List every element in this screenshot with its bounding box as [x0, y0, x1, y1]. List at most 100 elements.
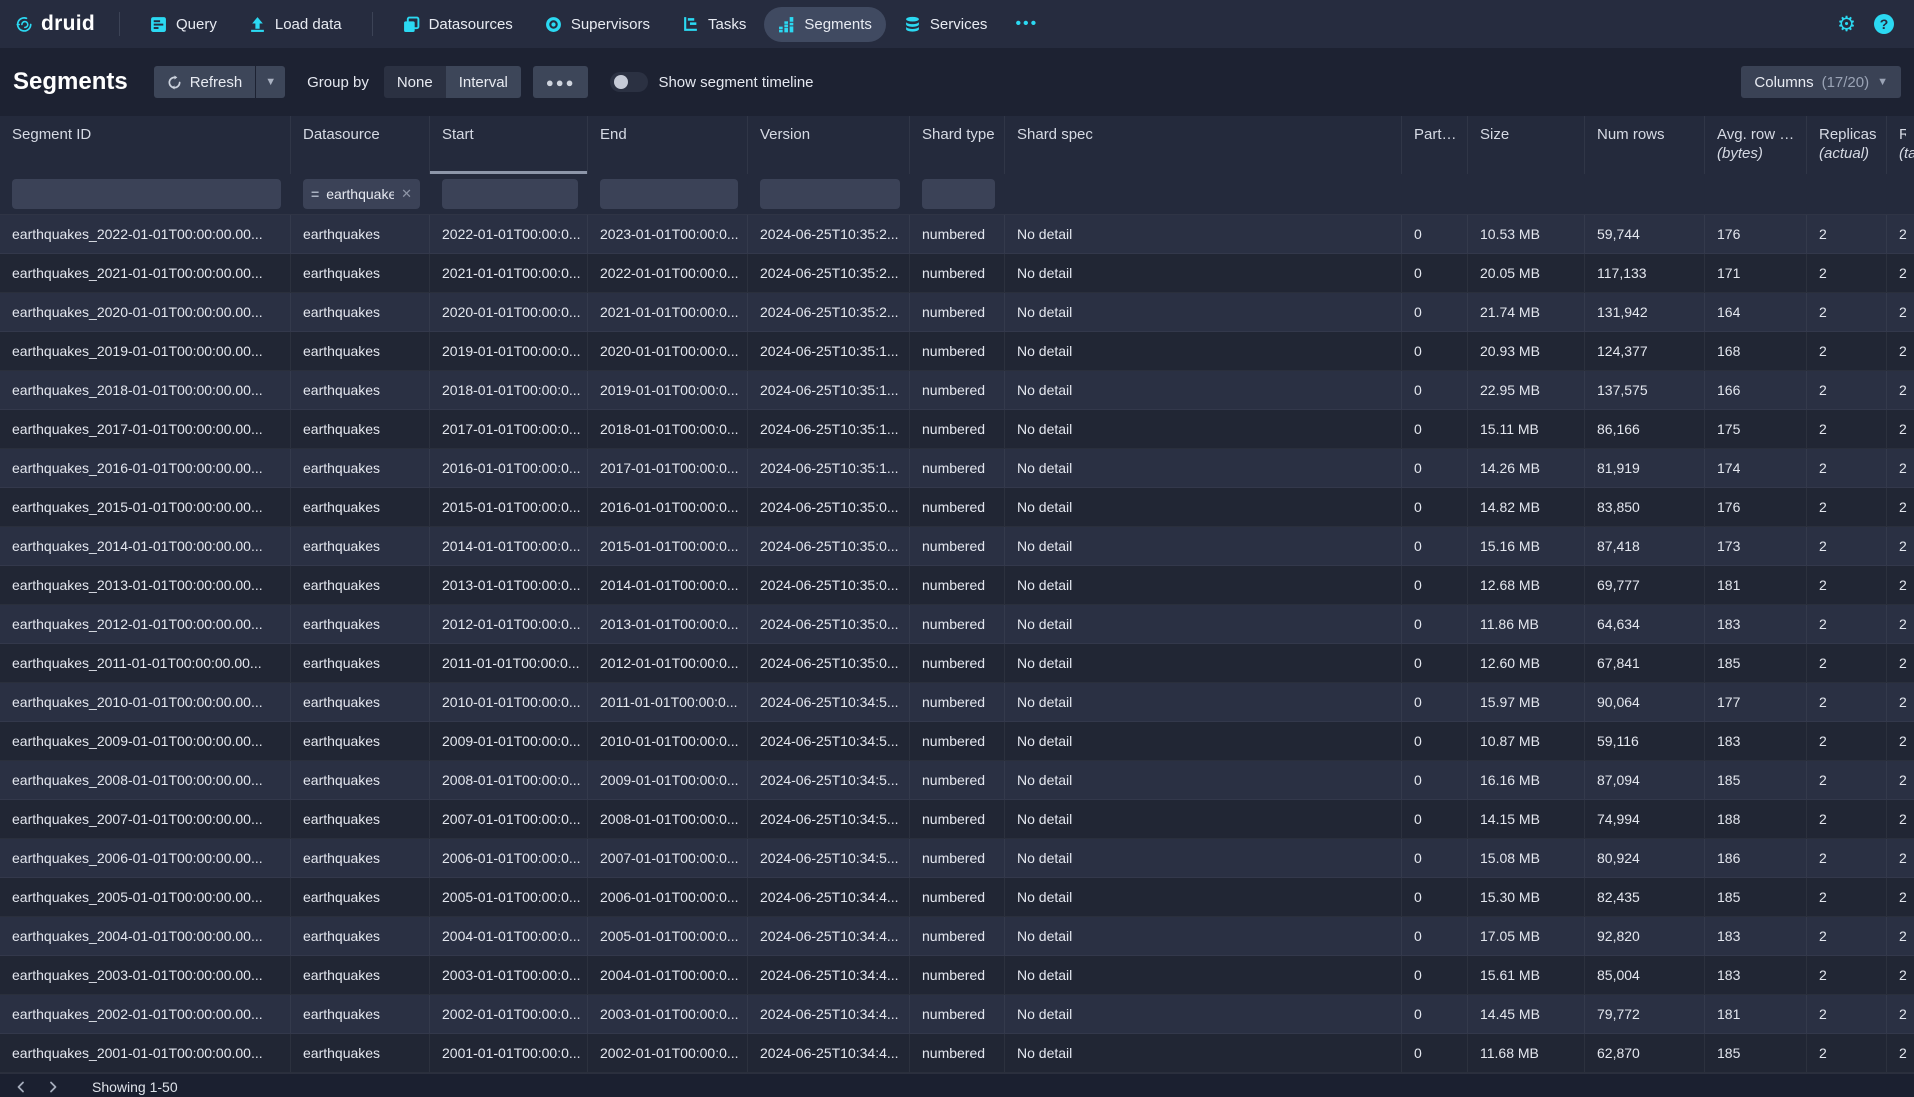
column-header-num_rows[interactable]: Num rows — [1585, 116, 1705, 174]
filter-input-datasource[interactable]: =earthquakes✕ — [303, 179, 420, 209]
nav-item-datasources[interactable]: Datasources — [389, 7, 527, 42]
cell-replicas: 2 — [1807, 1034, 1887, 1072]
cell-size: 10.53 MB — [1468, 215, 1585, 253]
table-row[interactable]: earthquakes_2001-01-01T00:00:00.00...ear… — [0, 1034, 1914, 1073]
cell-size: 14.15 MB — [1468, 800, 1585, 838]
help-icon[interactable]: ? — [1874, 14, 1894, 34]
table-row[interactable]: earthquakes_2011-01-01T00:00:00.00...ear… — [0, 644, 1914, 683]
previous-page-button[interactable] — [6, 1075, 36, 1097]
cell-version: 2024-06-25T10:34:4... — [748, 1034, 910, 1072]
cell-end: 2008-01-01T00:00:0... — [588, 800, 748, 838]
cell-shard_spec: No detail — [1005, 410, 1402, 448]
filter-cell-avg_row_size — [1705, 174, 1807, 214]
nav-item-segments[interactable]: Segments — [764, 7, 886, 42]
cell-avg_row_size: 166 — [1705, 371, 1807, 409]
cell-avg_row_size: 188 — [1705, 800, 1807, 838]
column-label: Shard spec — [1017, 126, 1393, 143]
cell-partition: 0 — [1402, 293, 1468, 331]
refresh-caret-button[interactable]: ▼ — [256, 66, 285, 98]
group-by-interval-button[interactable]: Interval — [446, 66, 521, 98]
cell-datasource: earthquakes — [291, 293, 430, 331]
filter-cell-shard_spec — [1005, 174, 1402, 214]
cell-shard_type: numbered — [910, 995, 1005, 1033]
filter-input-segment_id[interactable] — [12, 179, 281, 209]
cell-end: 2002-01-01T00:00:0... — [588, 1034, 748, 1072]
filter-input-shard_type[interactable] — [922, 179, 995, 209]
remove-filter-icon[interactable]: ✕ — [401, 186, 412, 202]
nav-item-load-data[interactable]: Load data — [235, 7, 356, 42]
cell-num_rows: 74,994 — [1585, 800, 1705, 838]
table-row[interactable]: earthquakes_2008-01-01T00:00:00.00...ear… — [0, 761, 1914, 800]
table-row[interactable]: earthquakes_2002-01-01T00:00:00.00...ear… — [0, 995, 1914, 1034]
cell-replicas: 2 — [1807, 956, 1887, 994]
column-header-shard_type[interactable]: Shard type — [910, 116, 1005, 174]
table-row[interactable]: earthquakes_2020-01-01T00:00:00.00...ear… — [0, 293, 1914, 332]
table-row[interactable]: earthquakes_2005-01-01T00:00:00.00...ear… — [0, 878, 1914, 917]
cell-replicas: 2 — [1807, 995, 1887, 1033]
filter-row: =earthquakes✕ — [0, 174, 1914, 215]
more-actions-button[interactable]: ●●● — [533, 66, 589, 98]
nav-item-supervisors[interactable]: Supervisors — [531, 7, 664, 42]
table-row[interactable]: earthquakes_2003-01-01T00:00:00.00...ear… — [0, 956, 1914, 995]
cell-start: 2013-01-01T00:00:0... — [430, 566, 588, 604]
nav-item-services[interactable]: Services — [890, 7, 1002, 42]
table-row[interactable]: earthquakes_2009-01-01T00:00:00.00...ear… — [0, 722, 1914, 761]
nav-item-query[interactable]: Query — [136, 7, 231, 42]
column-header-repl_factor[interactable]: Replication factor(target) — [1887, 116, 1914, 174]
table-row[interactable]: earthquakes_2018-01-01T00:00:00.00...ear… — [0, 371, 1914, 410]
table-row[interactable]: earthquakes_2019-01-01T00:00:00.00...ear… — [0, 332, 1914, 371]
column-header-segment_id[interactable]: Segment ID — [0, 116, 291, 174]
cell-start: 2011-01-01T00:00:0... — [430, 644, 588, 682]
druid-logo[interactable]: druid — [14, 12, 103, 36]
cell-replicas: 2 — [1807, 449, 1887, 487]
table-row[interactable]: earthquakes_2012-01-01T00:00:00.00...ear… — [0, 605, 1914, 644]
cell-segment_id: earthquakes_2003-01-01T00:00:00.00... — [0, 956, 291, 994]
cell-size: 15.16 MB — [1468, 527, 1585, 565]
columns-count: (17/20) — [1822, 74, 1870, 91]
group-by-label: Group by — [307, 74, 369, 91]
table-row[interactable]: earthquakes_2010-01-01T00:00:00.00...ear… — [0, 683, 1914, 722]
cell-segment_id: earthquakes_2022-01-01T00:00:00.00... — [0, 215, 291, 253]
next-page-button[interactable] — [38, 1075, 68, 1097]
column-header-start[interactable]: Start — [430, 116, 588, 174]
filter-input-version[interactable] — [760, 179, 900, 209]
cell-start: 2022-01-01T00:00:0... — [430, 215, 588, 253]
refresh-button[interactable]: Refresh — [154, 66, 256, 98]
table-row[interactable]: earthquakes_2013-01-01T00:00:00.00...ear… — [0, 566, 1914, 605]
cell-repl_factor: 2 — [1887, 1034, 1914, 1072]
table-row[interactable]: earthquakes_2014-01-01T00:00:00.00...ear… — [0, 527, 1914, 566]
group-by-none-button[interactable]: None — [384, 66, 446, 98]
cell-repl_factor: 2 — [1887, 605, 1914, 643]
segment-timeline-toggle[interactable] — [610, 72, 648, 92]
table-row[interactable]: earthquakes_2022-01-01T00:00:00.00...ear… — [0, 215, 1914, 254]
column-header-version[interactable]: Version — [748, 116, 910, 174]
table-row[interactable]: earthquakes_2016-01-01T00:00:00.00...ear… — [0, 449, 1914, 488]
table-row[interactable]: earthquakes_2004-01-01T00:00:00.00...ear… — [0, 917, 1914, 956]
column-header-replicas[interactable]: Replicas(actual) — [1807, 116, 1887, 174]
cell-shard_spec: No detail — [1005, 917, 1402, 955]
gear-icon[interactable]: ⚙ — [1827, 10, 1866, 39]
table-row[interactable]: earthquakes_2006-01-01T00:00:00.00...ear… — [0, 839, 1914, 878]
column-header-datasource[interactable]: Datasource — [291, 116, 430, 174]
cell-size: 15.97 MB — [1468, 683, 1585, 721]
cell-num_rows: 59,744 — [1585, 215, 1705, 253]
nav-more-button[interactable]: ••• — [1005, 7, 1048, 41]
cell-size: 14.82 MB — [1468, 488, 1585, 526]
table-row[interactable]: earthquakes_2021-01-01T00:00:00.00...ear… — [0, 254, 1914, 293]
column-header-size[interactable]: Size — [1468, 116, 1585, 174]
column-header-shard_spec[interactable]: Shard spec — [1005, 116, 1402, 174]
table-row[interactable]: earthquakes_2007-01-01T00:00:00.00...ear… — [0, 800, 1914, 839]
filter-input-end[interactable] — [600, 179, 738, 209]
columns-button[interactable]: Columns (17/20) ▼ — [1741, 66, 1901, 98]
cell-segment_id: earthquakes_2012-01-01T00:00:00.00... — [0, 605, 291, 643]
table-row[interactable]: earthquakes_2015-01-01T00:00:00.00...ear… — [0, 488, 1914, 527]
cell-end: 2003-01-01T00:00:0... — [588, 995, 748, 1033]
nav-item-tasks[interactable]: Tasks — [668, 7, 760, 42]
filter-input-start[interactable] — [442, 179, 578, 209]
column-header-partition[interactable]: Partition — [1402, 116, 1468, 174]
segments-toolbar: Segments Refresh ▼ Group by None Interva… — [0, 48, 1914, 116]
cell-shard_type: numbered — [910, 839, 1005, 877]
table-row[interactable]: earthquakes_2017-01-01T00:00:00.00...ear… — [0, 410, 1914, 449]
column-header-avg_row_size[interactable]: Avg. row size(bytes) — [1705, 116, 1807, 174]
column-header-end[interactable]: End — [588, 116, 748, 174]
